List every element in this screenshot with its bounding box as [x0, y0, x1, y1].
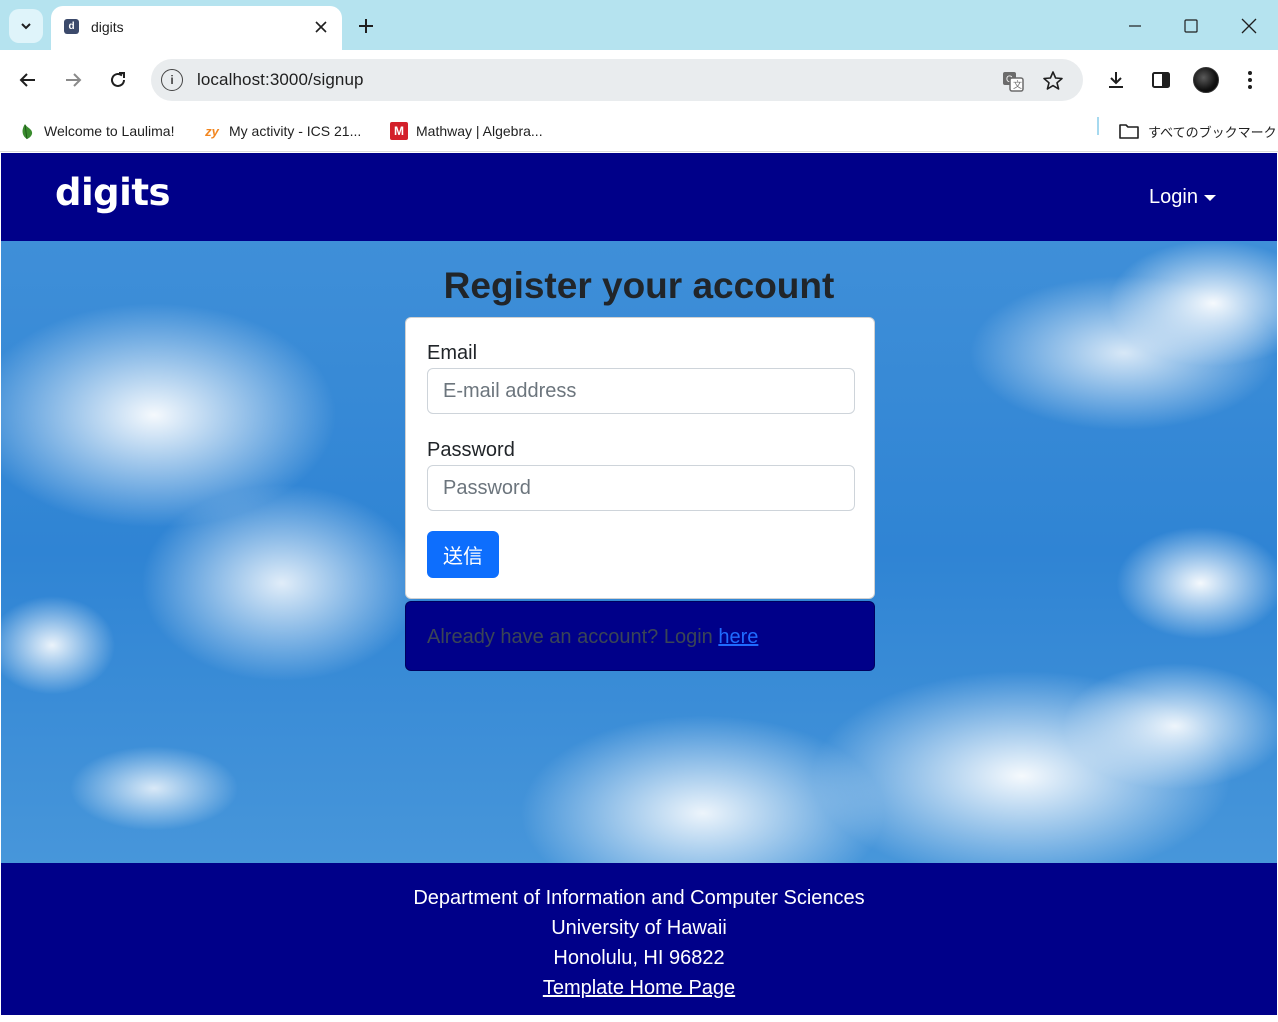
bookmark-mathway[interactable]: M Mathway | Algebra... — [390, 118, 543, 144]
tab-title: digits — [91, 19, 124, 35]
footer-department: Department of Information and Computer S… — [413, 887, 865, 909]
minimize-icon — [1129, 25, 1141, 27]
menu-button[interactable] — [1233, 63, 1267, 97]
plus-icon — [359, 19, 373, 33]
bookmark-label: My activity - ICS 21... — [229, 123, 362, 139]
svg-text:文: 文 — [1013, 79, 1022, 91]
login-dropdown[interactable]: Login — [1149, 186, 1216, 209]
profile-button[interactable] — [1189, 63, 1223, 97]
reload-button[interactable] — [101, 63, 135, 97]
browser-tabstrip: d digits — [0, 0, 1278, 50]
minimize-button[interactable] — [1117, 8, 1153, 44]
tab-close-button[interactable] — [310, 16, 332, 38]
bookmark-zybooks[interactable]: zy My activity - ICS 21... — [203, 118, 361, 144]
footer-link-row: Template Home Page — [1, 977, 1277, 1000]
back-button[interactable] — [11, 63, 45, 97]
avatar — [1193, 67, 1219, 93]
bookmark-star-icon[interactable] — [1041, 69, 1065, 93]
caret-down-icon — [1203, 194, 1216, 201]
window-close-button[interactable] — [1231, 8, 1267, 44]
arrow-right-icon — [66, 73, 82, 87]
login-prompt: Already have an account? Login here — [427, 626, 758, 649]
login-alert: Already have an account? Login here — [405, 601, 875, 671]
chevron-down-icon — [21, 23, 31, 30]
login-here-link[interactable]: here — [718, 626, 758, 648]
footer-university: University of Hawaii — [551, 917, 727, 939]
new-tab-button[interactable] — [352, 12, 380, 40]
email-label: Email — [427, 342, 478, 364]
password-label: Password — [427, 439, 515, 461]
forward-button[interactable] — [56, 63, 90, 97]
reload-icon — [111, 72, 125, 87]
page-viewport: digits Login Register your account Email… — [1, 153, 1277, 1015]
all-bookmarks-button[interactable]: すべてのブックマーク — [1118, 118, 1277, 144]
bookmark-label: Welcome to Laulima! — [44, 123, 175, 139]
bookmarks-separator — [1097, 117, 1099, 135]
site-footer: Department of Information and Computer S… — [1, 863, 1277, 1015]
close-icon — [315, 21, 327, 33]
site-favicon-icon: d — [64, 19, 79, 34]
sky-background-image: Register your account Email E-mail addre… — [1, 241, 1277, 863]
mathway-icon: M — [390, 122, 408, 140]
side-panel-button[interactable] — [1144, 63, 1178, 97]
folder-icon — [1118, 122, 1140, 140]
template-home-link[interactable]: Template Home Page — [543, 977, 735, 999]
all-bookmarks-label: すべてのブックマーク — [1148, 125, 1277, 141]
signup-form: Email E-mail address Password Password 送… — [405, 317, 875, 599]
login-dropdown-label: Login — [1149, 186, 1198, 208]
download-icon — [1109, 72, 1123, 88]
address-bar[interactable]: i localhost:3000/signup G文 — [151, 59, 1083, 101]
site-info-icon[interactable]: i — [161, 69, 183, 91]
downloads-button[interactable] — [1099, 63, 1133, 97]
close-icon — [1241, 18, 1257, 34]
bookmark-laulima[interactable]: Welcome to Laulima! — [18, 118, 174, 144]
page-title: Register your account — [443, 265, 835, 306]
more-vertical-icon — [1248, 71, 1252, 89]
url-text[interactable]: localhost:3000/signup — [197, 70, 364, 90]
arrow-left-icon — [19, 73, 35, 87]
leaf-icon — [18, 122, 36, 140]
login-prompt-text: Already have an account? Login — [427, 626, 719, 648]
footer-address: Honolulu, HI 96822 — [553, 947, 725, 969]
browser-toolbar: i localhost:3000/signup G文 — [0, 50, 1278, 110]
password-field[interactable]: Password — [427, 465, 855, 511]
email-field[interactable]: E-mail address — [427, 368, 855, 414]
tab-search-button[interactable] — [9, 9, 43, 43]
translate-icon[interactable]: G文 — [1001, 69, 1025, 93]
maximize-icon — [1184, 19, 1198, 33]
maximize-button[interactable] — [1173, 8, 1209, 44]
site-navbar: digits Login — [1, 153, 1277, 241]
submit-button[interactable]: 送信 — [427, 531, 499, 578]
bookmark-label: Mathway | Algebra... — [416, 123, 543, 139]
browser-tab[interactable]: d digits — [51, 6, 342, 50]
zybooks-icon: zy — [205, 123, 219, 139]
side-panel-icon — [1152, 72, 1170, 88]
bookmarks-bar: Welcome to Laulima! zy My activity - ICS… — [0, 110, 1278, 152]
brand-logo[interactable]: digits — [55, 171, 171, 214]
